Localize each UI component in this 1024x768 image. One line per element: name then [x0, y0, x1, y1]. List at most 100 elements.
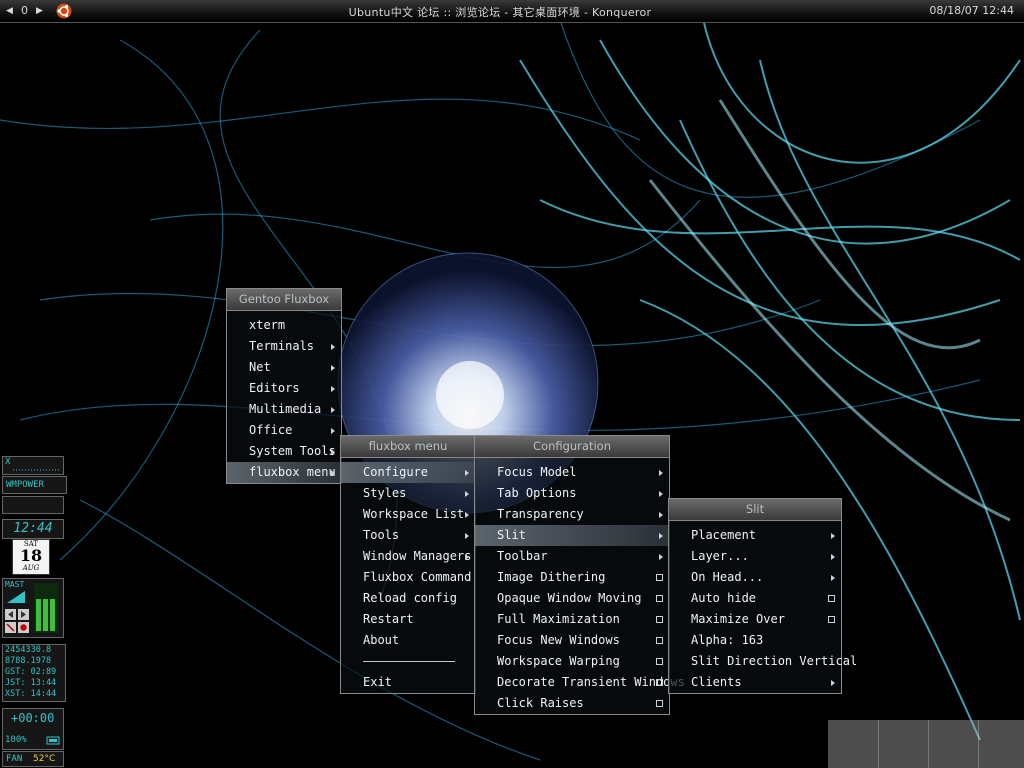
menu-item-layer[interactable]: Layer... [669, 546, 841, 567]
submenu-arrow-icon [331, 428, 335, 434]
menu-item-net[interactable]: Net [227, 357, 341, 378]
menu-item-slit-direction[interactable]: Slit Direction Vertical [669, 651, 857, 672]
menu-item-full-maximization[interactable]: Full Maximization [475, 609, 669, 630]
menu-item-on-head[interactable]: On Head... [669, 567, 841, 588]
dockapp-battery[interactable]: +00:00 100% [2, 708, 64, 750]
menu-item-workspace-list[interactable]: Workspace List [341, 504, 475, 525]
submenu-arrow-icon [465, 512, 469, 518]
menu-item-opaque-window-moving[interactable]: Opaque Window Moving [475, 588, 669, 609]
submenu-arrow-icon [831, 575, 835, 581]
submenu-arrow-icon [659, 491, 663, 497]
menu-item-slit[interactable]: Slit [475, 525, 669, 546]
submenu-arrow-icon [831, 554, 835, 560]
checkbox-icon[interactable] [828, 616, 835, 623]
checkbox-icon[interactable] [656, 700, 663, 707]
menu-item-decorate-transient-windows[interactable]: Decorate Transient Windows [475, 672, 685, 693]
menu-item-system-tools[interactable]: System Tools [227, 441, 341, 462]
dockapp-x-monitor[interactable]: X [2, 456, 64, 475]
stat-line: GST: 02:89 [5, 667, 57, 677]
checkbox-icon[interactable] [828, 595, 835, 602]
slit-menu: Slit Placement Layer... On Head... Auto … [668, 498, 857, 694]
submenu-arrow-icon [659, 512, 663, 518]
slit-menu-title: Slit [669, 499, 841, 521]
dockapp-clock[interactable]: 12:44 [2, 519, 64, 539]
checkbox-icon[interactable] [656, 679, 663, 686]
dockapp-calendar[interactable]: SAT 18 AUG [12, 539, 50, 575]
submenu-arrow-icon [331, 386, 335, 392]
calendar-month: AUG [22, 564, 40, 572]
submenu-arrow-icon [659, 470, 663, 476]
menu-item-configure[interactable]: Configure [341, 462, 475, 483]
menu-separator [363, 661, 455, 662]
menu-item-styles[interactable]: Styles [341, 483, 475, 504]
menu-item-auto-hide[interactable]: Auto hide [669, 588, 841, 609]
submenu-arrow-icon [331, 344, 335, 350]
menu-item-fluxbox-command[interactable]: Fluxbox Command [341, 567, 475, 588]
menu-item-focus-model[interactable]: Focus Model [475, 462, 669, 483]
menu-item-reload-config[interactable]: Reload config [341, 588, 475, 609]
menu-item-click-raises[interactable]: Click Raises [475, 693, 669, 714]
dots-meter-icon [13, 469, 61, 471]
menu-item-editors[interactable]: Editors [227, 378, 341, 399]
dockapp-fan[interactable]: FAN 52°C [2, 751, 64, 767]
submenu-arrow-icon [831, 533, 835, 539]
calendar-date: 18 [19, 546, 43, 565]
submenu-arrow-icon [331, 407, 335, 413]
menu-item-window-managers[interactable]: Window Managers [341, 546, 475, 567]
submenu-arrow-icon [331, 449, 335, 455]
submenu-arrow-icon [659, 533, 663, 539]
stat-line: 8788.1978 [5, 656, 52, 666]
dockapp-time-stats[interactable]: 2454330.8 8788.1978 GST: 02:89 JST: 13:4… [2, 644, 66, 702]
menu-item-restart[interactable]: Restart [341, 609, 475, 630]
fluxbox-toolbar: ◀ 0 ▶ Ubuntu中文 论坛 :: 浏览论坛 - 其它桌面环境 - Kon… [0, 0, 1024, 23]
menu-item-focus-new-windows[interactable]: Focus New Windows [475, 630, 669, 651]
configuration-menu-title: Configuration [475, 436, 669, 458]
menu-item-maximize-over[interactable]: Maximize Over [669, 609, 841, 630]
menu-item-image-dithering[interactable]: Image Dithering [475, 567, 669, 588]
menu-item-alpha[interactable]: Alpha: 163 [669, 630, 841, 651]
fluxbox-menu: fluxbox menu Configure Styles Workspace … [340, 435, 476, 694]
submenu-arrow-icon [659, 554, 663, 560]
menu-item-tab-options[interactable]: Tab Options [475, 483, 669, 504]
stat-line: XST: 14:44 [5, 689, 57, 699]
menu-item-exit[interactable]: Exit [341, 672, 475, 693]
menu-item-about[interactable]: About [341, 630, 475, 651]
submenu-arrow-icon [331, 470, 335, 476]
checkbox-icon[interactable] [656, 574, 663, 581]
submenu-arrow-icon [831, 680, 835, 686]
dockapp-blank[interactable] [2, 496, 64, 514]
mixer-controls-icon [5, 583, 58, 633]
checkbox-icon[interactable] [656, 658, 663, 665]
checkbox-icon[interactable] [656, 616, 663, 623]
battery-plug-icon [46, 736, 60, 745]
submenu-arrow-icon [331, 365, 335, 371]
menu-item-terminals[interactable]: Terminals [227, 336, 341, 357]
menu-item-office[interactable]: Office [227, 420, 341, 441]
menu-item-placement[interactable]: Placement [669, 525, 841, 546]
dockapp-wmpower[interactable]: WMPOWER [2, 476, 67, 494]
root-menu-title: Gentoo Fluxbox [227, 289, 341, 311]
configuration-menu: Configuration Focus Model Tab Options Tr… [474, 435, 685, 715]
menu-item-workspace-warping[interactable]: Workspace Warping [475, 651, 669, 672]
workspace-pager[interactable] [828, 720, 1024, 768]
checkbox-icon[interactable] [656, 595, 663, 602]
menu-item-transparency[interactable]: Transparency [475, 504, 669, 525]
menu-item-multimedia[interactable]: Multimedia [227, 399, 341, 420]
submenu-arrow-icon [465, 470, 469, 476]
stat-line: JST: 13:44 [5, 678, 57, 688]
menu-item-clients[interactable]: Clients [669, 672, 841, 693]
dockapp-mixer[interactable]: MAST [2, 578, 64, 638]
menu-item-toolbar[interactable]: Toolbar [475, 546, 669, 567]
fan-label: FAN [6, 754, 23, 764]
submenu-arrow-icon [465, 491, 469, 497]
focused-window-title[interactable]: Ubuntu中文 论坛 :: 浏览论坛 - 其它桌面环境 - Konqueror [0, 4, 1000, 20]
submenu-arrow-icon [465, 554, 469, 560]
checkbox-icon[interactable] [656, 637, 663, 644]
menu-item-tools[interactable]: Tools [341, 525, 475, 546]
submenu-arrow-icon [465, 533, 469, 539]
menu-item-fluxbox-menu[interactable]: fluxbox menu [227, 462, 341, 483]
root-menu: Gentoo Fluxbox xterm Terminals Net Edito… [226, 288, 342, 484]
fluxbox-menu-title: fluxbox menu [341, 436, 475, 458]
stat-line: 2454330.8 [5, 645, 52, 655]
menu-item-xterm[interactable]: xterm [227, 315, 341, 336]
